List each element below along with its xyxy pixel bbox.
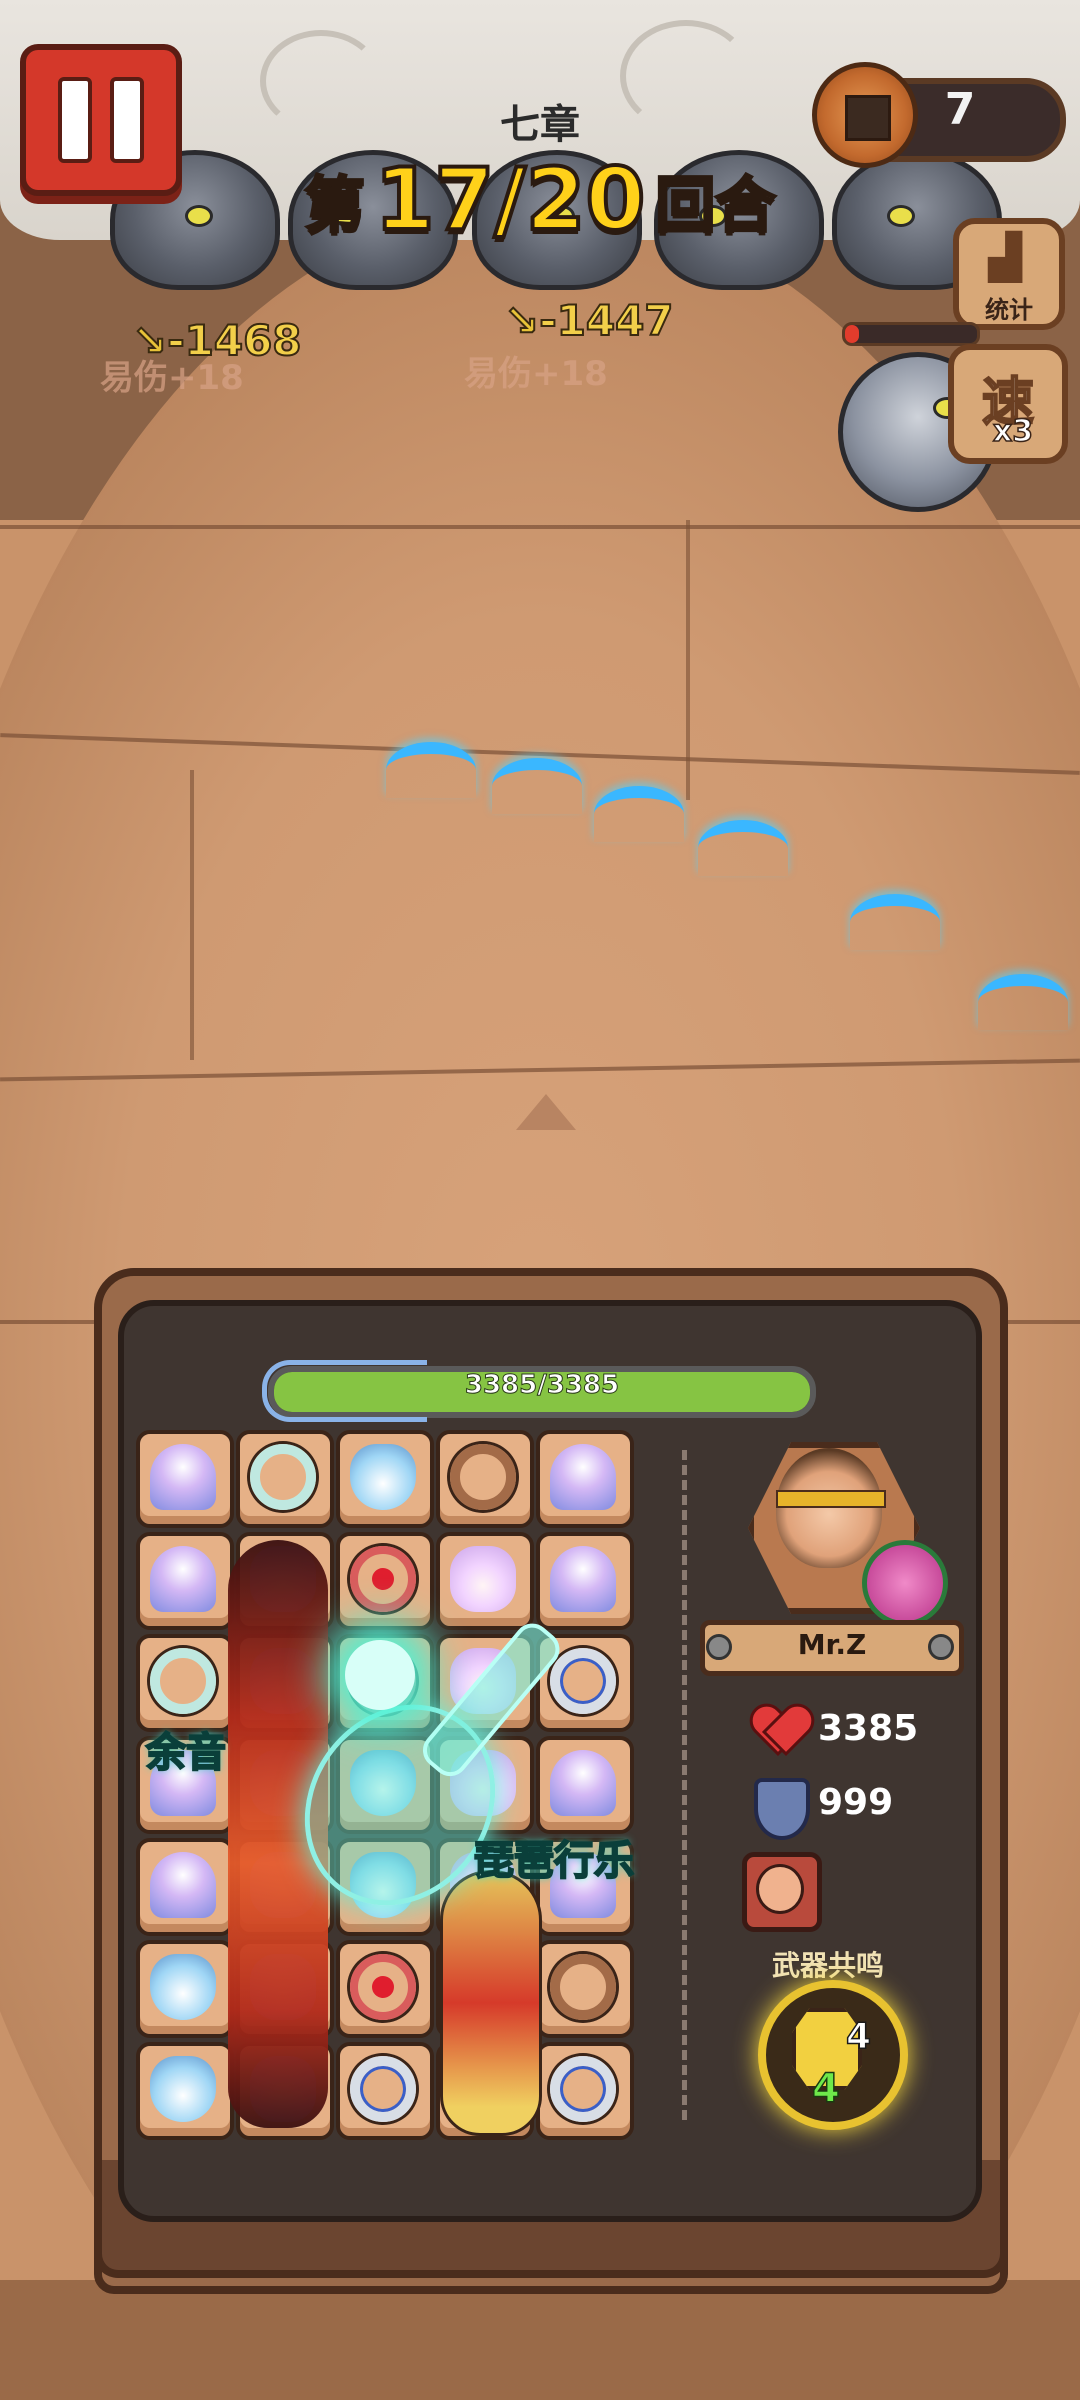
lotus-lamp-icon (150, 1852, 216, 1918)
podium-icon: ▟ (988, 232, 1022, 283)
inventory-slot[interactable] (536, 1736, 634, 1834)
round-counter: 第 17/20 回合 (0, 148, 1080, 252)
inventory-slot[interactable] (136, 2042, 234, 2140)
inventory-slot[interactable] (536, 1430, 634, 1528)
weapon-resonance-label: 武器共鸣 (771, 1949, 884, 1982)
skill-popup-left: 余音 (145, 1728, 227, 1777)
inventory-slot[interactable] (136, 1940, 234, 2038)
coin-count: 7 (944, 84, 976, 135)
plank-seam (0, 525, 1080, 529)
round-prefix: 第 (303, 169, 366, 242)
speed-multiplier: x3 (992, 413, 1034, 450)
silver-bracelet-icon (550, 2056, 616, 2122)
shield-icon (754, 1778, 810, 1840)
floor-bottom (0, 2280, 1080, 2400)
player-name: Mr.Z (797, 1628, 867, 1661)
damage-number-2: ↘-1447 (503, 295, 675, 346)
health-value: 3385 (818, 1708, 919, 1749)
down-arrow-icon: ↘ (503, 295, 540, 346)
plank-seam (190, 770, 194, 1060)
inventory-slot[interactable] (136, 1532, 234, 1630)
wooden-bracelet-icon (550, 1954, 616, 2020)
lotus-lamp-icon (150, 1546, 216, 1612)
spirit-pouch-icon (150, 2056, 216, 2122)
sound-wave-projectile (386, 742, 476, 798)
wooden-bracelet-icon (450, 1444, 516, 1510)
debuff-text-1: 易伤+18 (100, 358, 244, 398)
hero-avatar (776, 1448, 882, 1568)
inventory-slot[interactable] (536, 1532, 634, 1630)
plank-seam (686, 520, 690, 800)
expand-arrow-icon[interactable] (516, 1094, 576, 1130)
boss-health-fill (845, 325, 859, 343)
skill-popup-right: 琵琶行乐 (473, 1836, 635, 1885)
ruby-ring-icon (350, 1954, 416, 2020)
resonance-count: 4 (845, 2015, 872, 2058)
player-health-text: 3385/3385 (464, 1370, 620, 1401)
inventory-slot[interactable] (536, 1940, 634, 2038)
pet-avatar[interactable] (862, 1540, 948, 1626)
inventory-slot[interactable] (236, 1430, 334, 1528)
spirit-pouch-icon (150, 1954, 216, 2020)
sound-wave-projectile (978, 974, 1068, 1030)
panel-divider (682, 1450, 687, 2120)
stats-label: 统计 (985, 296, 1033, 324)
sound-wave-projectile (698, 820, 788, 876)
jade-bracelet-icon (150, 1648, 216, 1714)
silver-bracelet-icon (550, 1648, 616, 1714)
sound-wave-projectile (492, 758, 582, 814)
damage-value: -1447 (538, 295, 674, 346)
lotus-lamp-icon (550, 1444, 616, 1510)
spirit-pouch-icon (350, 1444, 416, 1510)
energy-orb (345, 1640, 415, 1710)
angry-face-icon (756, 1864, 804, 1914)
round-number: 17/20 (373, 148, 648, 252)
lotus-lamp-icon (550, 1750, 616, 1816)
boss-health-bar (842, 322, 980, 346)
round-suffix: 回合 (654, 169, 777, 242)
inventory-slot[interactable] (536, 2042, 634, 2140)
inventory-slot[interactable] (136, 1634, 234, 1732)
debuff-text-2: 易伤+18 (464, 354, 608, 394)
resonance-level: 4 (811, 2065, 840, 2113)
inventory-slot[interactable] (136, 1430, 234, 1528)
sound-wave-projectile (594, 786, 684, 842)
jade-bracelet-icon (250, 1444, 316, 1510)
heart-icon (752, 1706, 806, 1752)
inventory-slot[interactable] (436, 1430, 534, 1528)
coin-hole (845, 95, 891, 141)
golden-headband (776, 1490, 886, 1508)
lotus-lamp-icon (550, 1546, 616, 1612)
inventory-slot[interactable] (336, 2042, 434, 2140)
pipa-skill-effect (250, 1590, 567, 1943)
armor-value: 999 (818, 1782, 894, 1823)
sound-wave-projectile (850, 894, 940, 950)
inventory-slot[interactable] (336, 1430, 434, 1528)
lotus-lamp-icon (150, 1444, 216, 1510)
inventory-slot[interactable] (136, 1838, 234, 1936)
silver-bracelet-icon (350, 2056, 416, 2122)
inventory-slot[interactable] (336, 1940, 434, 2038)
